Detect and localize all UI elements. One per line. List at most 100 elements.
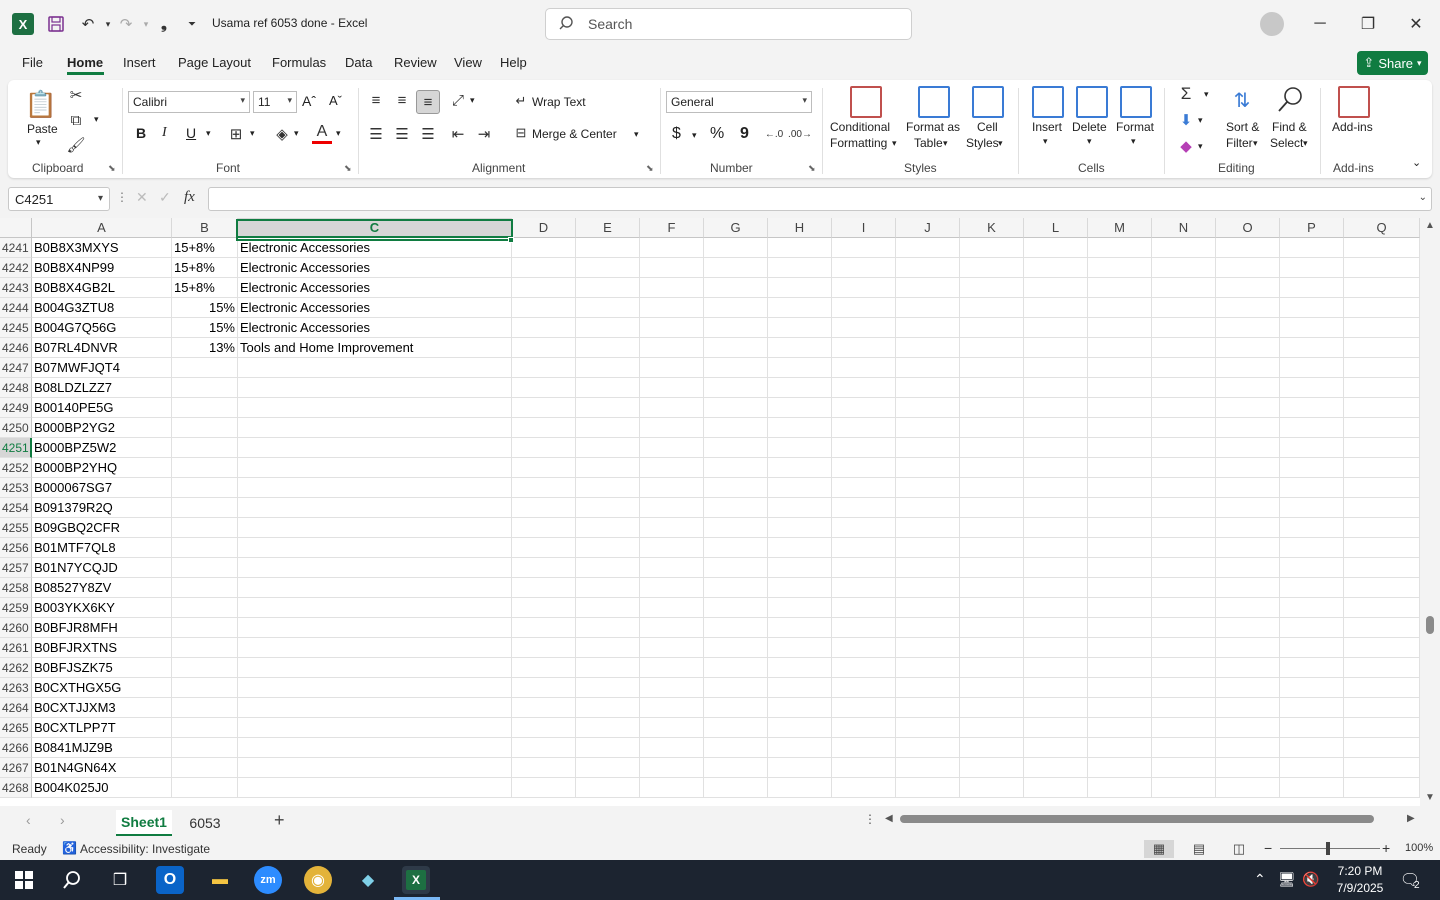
- cell-c[interactable]: Tools and Home Improvement: [238, 338, 512, 358]
- taskbar-time[interactable]: 7:20 PM: [1325, 864, 1395, 878]
- cell-g[interactable]: [704, 618, 768, 638]
- cell-o[interactable]: [1216, 698, 1280, 718]
- italic-button[interactable]: I: [162, 125, 167, 141]
- cell-k[interactable]: [960, 418, 1024, 438]
- cell-e[interactable]: [576, 658, 640, 678]
- cell-c[interactable]: [238, 638, 512, 658]
- format-dropdown-icon[interactable]: ▾: [1131, 136, 1136, 147]
- cell-q[interactable]: [1344, 778, 1420, 798]
- cell-m[interactable]: [1088, 378, 1152, 398]
- cell-k[interactable]: [960, 478, 1024, 498]
- cell-q[interactable]: [1344, 678, 1420, 698]
- cell-c[interactable]: [238, 378, 512, 398]
- cell-i[interactable]: [832, 638, 896, 658]
- cell-j[interactable]: [896, 598, 960, 618]
- cell-a[interactable]: B0841MJZ9B: [32, 738, 172, 758]
- cell-h[interactable]: [768, 778, 832, 798]
- cell-j[interactable]: [896, 398, 960, 418]
- tab-view[interactable]: View: [454, 55, 482, 70]
- cell-c[interactable]: Electronic Accessories: [238, 318, 512, 338]
- underline-dropdown-icon[interactable]: ▾: [206, 128, 211, 139]
- cell-l[interactable]: [1024, 398, 1088, 418]
- cell-m[interactable]: [1088, 718, 1152, 738]
- clear-dropdown-icon[interactable]: ▾: [1198, 141, 1203, 152]
- cell-d[interactable]: [512, 458, 576, 478]
- cell-q[interactable]: [1344, 398, 1420, 418]
- delete-cells-button[interactable]: Delete: [1072, 120, 1107, 134]
- cell-k[interactable]: [960, 778, 1024, 798]
- cell-p[interactable]: [1280, 298, 1344, 318]
- scroll-right-icon[interactable]: ▶: [1407, 813, 1415, 824]
- cell-p[interactable]: [1280, 738, 1344, 758]
- cell-i[interactable]: [832, 658, 896, 678]
- row-header[interactable]: 4242: [0, 258, 32, 278]
- cell-k[interactable]: [960, 698, 1024, 718]
- cell-c[interactable]: Electronic Accessories: [238, 258, 512, 278]
- row-header[interactable]: 4248: [0, 378, 32, 398]
- cell-j[interactable]: [896, 758, 960, 778]
- cell-i[interactable]: [832, 498, 896, 518]
- row-header[interactable]: 4245: [0, 318, 32, 338]
- cell-n[interactable]: [1152, 578, 1216, 598]
- formula-input[interactable]: ⌄: [208, 187, 1432, 211]
- vertical-scrollbar[interactable]: ▲ ▼: [1420, 218, 1440, 806]
- cell-p[interactable]: [1280, 658, 1344, 678]
- cell-f[interactable]: [640, 698, 704, 718]
- cell-n[interactable]: [1152, 638, 1216, 658]
- column-header-m[interactable]: M: [1088, 218, 1152, 238]
- cell-n[interactable]: [1152, 658, 1216, 678]
- cell-i[interactable]: [832, 578, 896, 598]
- cell-l[interactable]: [1024, 678, 1088, 698]
- cell-o[interactable]: [1216, 378, 1280, 398]
- cell-e[interactable]: [576, 238, 640, 258]
- cell-l[interactable]: [1024, 498, 1088, 518]
- cell-l[interactable]: [1024, 558, 1088, 578]
- cell-o[interactable]: [1216, 238, 1280, 258]
- cell-o[interactable]: [1216, 438, 1280, 458]
- cell-o[interactable]: [1216, 538, 1280, 558]
- cell-q[interactable]: [1344, 458, 1420, 478]
- outlook-icon[interactable]: O: [156, 866, 184, 894]
- cell-f[interactable]: [640, 678, 704, 698]
- cell-a[interactable]: B091379R2Q: [32, 498, 172, 518]
- comma-style-icon[interactable]: ❟: [152, 12, 176, 36]
- cell-p[interactable]: [1280, 458, 1344, 478]
- cell-m[interactable]: [1088, 758, 1152, 778]
- cell-a[interactable]: B0B8X4NP99: [32, 258, 172, 278]
- cell-b[interactable]: [172, 358, 238, 378]
- cell-m[interactable]: [1088, 238, 1152, 258]
- cell-q[interactable]: [1344, 498, 1420, 518]
- cell-b[interactable]: [172, 558, 238, 578]
- cell-i[interactable]: [832, 258, 896, 278]
- cell-l[interactable]: [1024, 418, 1088, 438]
- bold-button[interactable]: B: [136, 125, 146, 141]
- cell-k[interactable]: [960, 658, 1024, 678]
- cell-e[interactable]: [576, 358, 640, 378]
- cell-i[interactable]: [832, 478, 896, 498]
- insert-cells-button[interactable]: Insert: [1032, 120, 1062, 134]
- cell-j[interactable]: [896, 298, 960, 318]
- cell-d[interactable]: [512, 498, 576, 518]
- cell-m[interactable]: [1088, 358, 1152, 378]
- row-header[interactable]: 4256: [0, 538, 32, 558]
- cell-d[interactable]: [512, 398, 576, 418]
- cell-g[interactable]: [704, 698, 768, 718]
- cell-n[interactable]: [1152, 478, 1216, 498]
- cell-d[interactable]: [512, 758, 576, 778]
- scroll-down-icon[interactable]: ▼: [1425, 792, 1435, 803]
- cell-m[interactable]: [1088, 558, 1152, 578]
- row-header[interactable]: 4263: [0, 678, 32, 698]
- cell-h[interactable]: [768, 698, 832, 718]
- cell-f[interactable]: [640, 438, 704, 458]
- cell-k[interactable]: [960, 538, 1024, 558]
- cell-c[interactable]: [238, 678, 512, 698]
- task-view-icon[interactable]: ❒: [106, 866, 134, 894]
- more-options-icon[interactable]: ⋮: [116, 190, 128, 204]
- cell-b[interactable]: [172, 598, 238, 618]
- cell-h[interactable]: [768, 458, 832, 478]
- cell-d[interactable]: [512, 718, 576, 738]
- cell-f[interactable]: [640, 398, 704, 418]
- fill-color-icon[interactable]: ◈: [272, 124, 292, 144]
- minimize-icon[interactable]: ─: [1308, 12, 1332, 36]
- column-header-j[interactable]: J: [896, 218, 960, 238]
